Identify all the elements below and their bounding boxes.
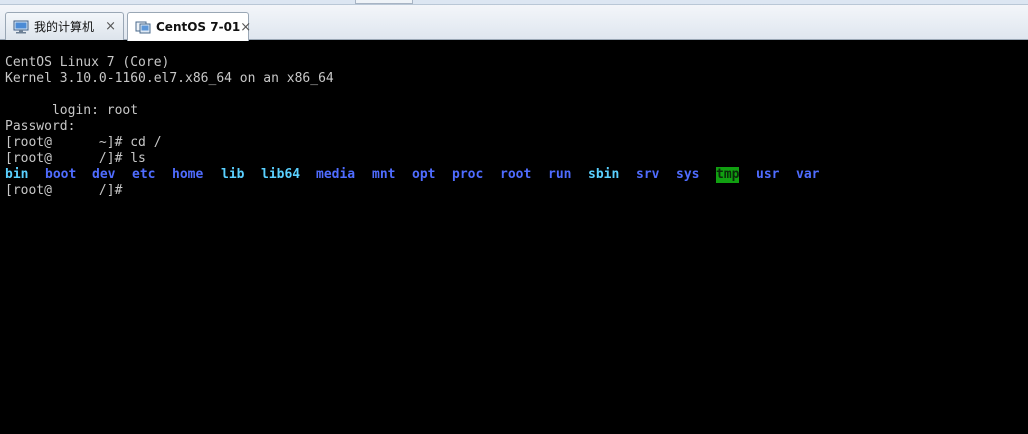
vm-console-window: 我的计算机 × CentOS 7-01 × CentOS Linux 7 (Co… <box>0 0 1028 434</box>
ls-entry-boot: boot <box>45 167 77 182</box>
ls-entry-etc: etc <box>132 167 156 182</box>
ls-entry-dev: dev <box>92 167 116 182</box>
ls-entry-mnt: mnt <box>372 167 396 182</box>
tab-bar: 我的计算机 × CentOS 7-01 × <box>0 0 1028 41</box>
computer-icon <box>13 19 29 35</box>
vm-icon <box>135 19 151 35</box>
tab-label: CentOS 7-01 <box>156 20 241 34</box>
terminal-line: Kernel 3.10.0-1160.el7.x86_64 on an x86_… <box>5 71 334 86</box>
tab-my-computer[interactable]: 我的计算机 × <box>5 12 124 40</box>
ls-entry-run: run <box>548 167 572 182</box>
ls-entry-lib64: lib64 <box>261 167 301 182</box>
terminal-line: CentOS Linux 7 (Core) <box>5 55 170 70</box>
terminal-line: Password: <box>5 119 76 134</box>
ls-entry-sys: sys <box>676 167 700 182</box>
title-strip-handle[interactable] <box>355 0 413 4</box>
ls-entry-srv: srv <box>636 167 660 182</box>
ls-output: bin boot dev etc home lib lib64 media mnt opt proc… <box>5 167 1005 183</box>
ls-entry-sbin: sbin <box>588 167 620 182</box>
tab-centos-vm[interactable]: CentOS 7-01 × <box>127 12 251 41</box>
terminal-console[interactable]: CentOS Linux 7 (Core) Kernel 3.10.0-1160… <box>0 40 1028 434</box>
ls-entry-usr: usr <box>756 167 780 182</box>
tab-label: 我的计算机 <box>34 20 95 34</box>
terminal-prompt: [root@ /]# <box>5 183 123 198</box>
ls-entry-media: media <box>316 167 356 182</box>
ls-entry-lib: lib <box>221 167 245 182</box>
ls-entry-proc: proc <box>452 167 484 182</box>
terminal-line: [root@ /]# ls <box>5 151 146 166</box>
terminal-line: login: root <box>5 103 139 118</box>
close-icon[interactable]: × <box>105 20 116 33</box>
ls-entry-root: root <box>500 167 532 182</box>
ls-entry-bin: bin <box>5 167 29 182</box>
ls-entry-tmp: tmp <box>716 167 740 183</box>
ls-entry-home: home <box>172 167 204 182</box>
terminal-line: [root@ ~]# cd / <box>5 135 162 150</box>
title-strip <box>0 0 1028 5</box>
ls-entry-var: var <box>796 167 820 182</box>
close-icon[interactable]: × <box>240 21 251 34</box>
ls-entry-opt: opt <box>412 167 436 182</box>
